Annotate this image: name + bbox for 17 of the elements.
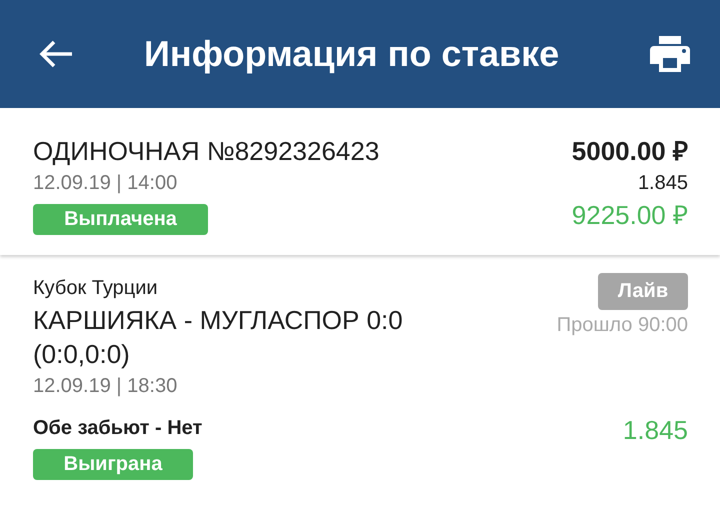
screen-title: Информация по ставке	[144, 33, 560, 75]
elapsed-time: Прошло 90:00	[556, 313, 688, 338]
back-arrow-icon[interactable]	[38, 39, 74, 69]
match-name: КАРШИЯКА - МУГЛАСПОР 0:0 (0:0,0:0)	[33, 304, 404, 371]
live-badge: Лайв	[598, 273, 688, 310]
status-badge: Выплачена	[33, 204, 208, 235]
bet-odds: 1.845	[638, 171, 688, 196]
event-datetime: 12.09.19 | 18:30	[33, 374, 178, 399]
status-badge: Выиграна	[33, 449, 193, 480]
printer-icon[interactable]	[650, 36, 690, 72]
stake-amount: 5000.00 ₽	[572, 135, 688, 168]
bet-title: ОДИНОЧНАЯ №8292326423	[33, 135, 380, 168]
bet-datetime: 12.09.19 | 14:00	[33, 171, 178, 196]
selection-odds: 1.845	[622, 414, 688, 447]
payout-amount: 9225.00 ₽	[572, 199, 688, 232]
league-name: Кубок Турции	[33, 276, 158, 301]
market-name: Обе забьют - Нет	[33, 416, 202, 441]
